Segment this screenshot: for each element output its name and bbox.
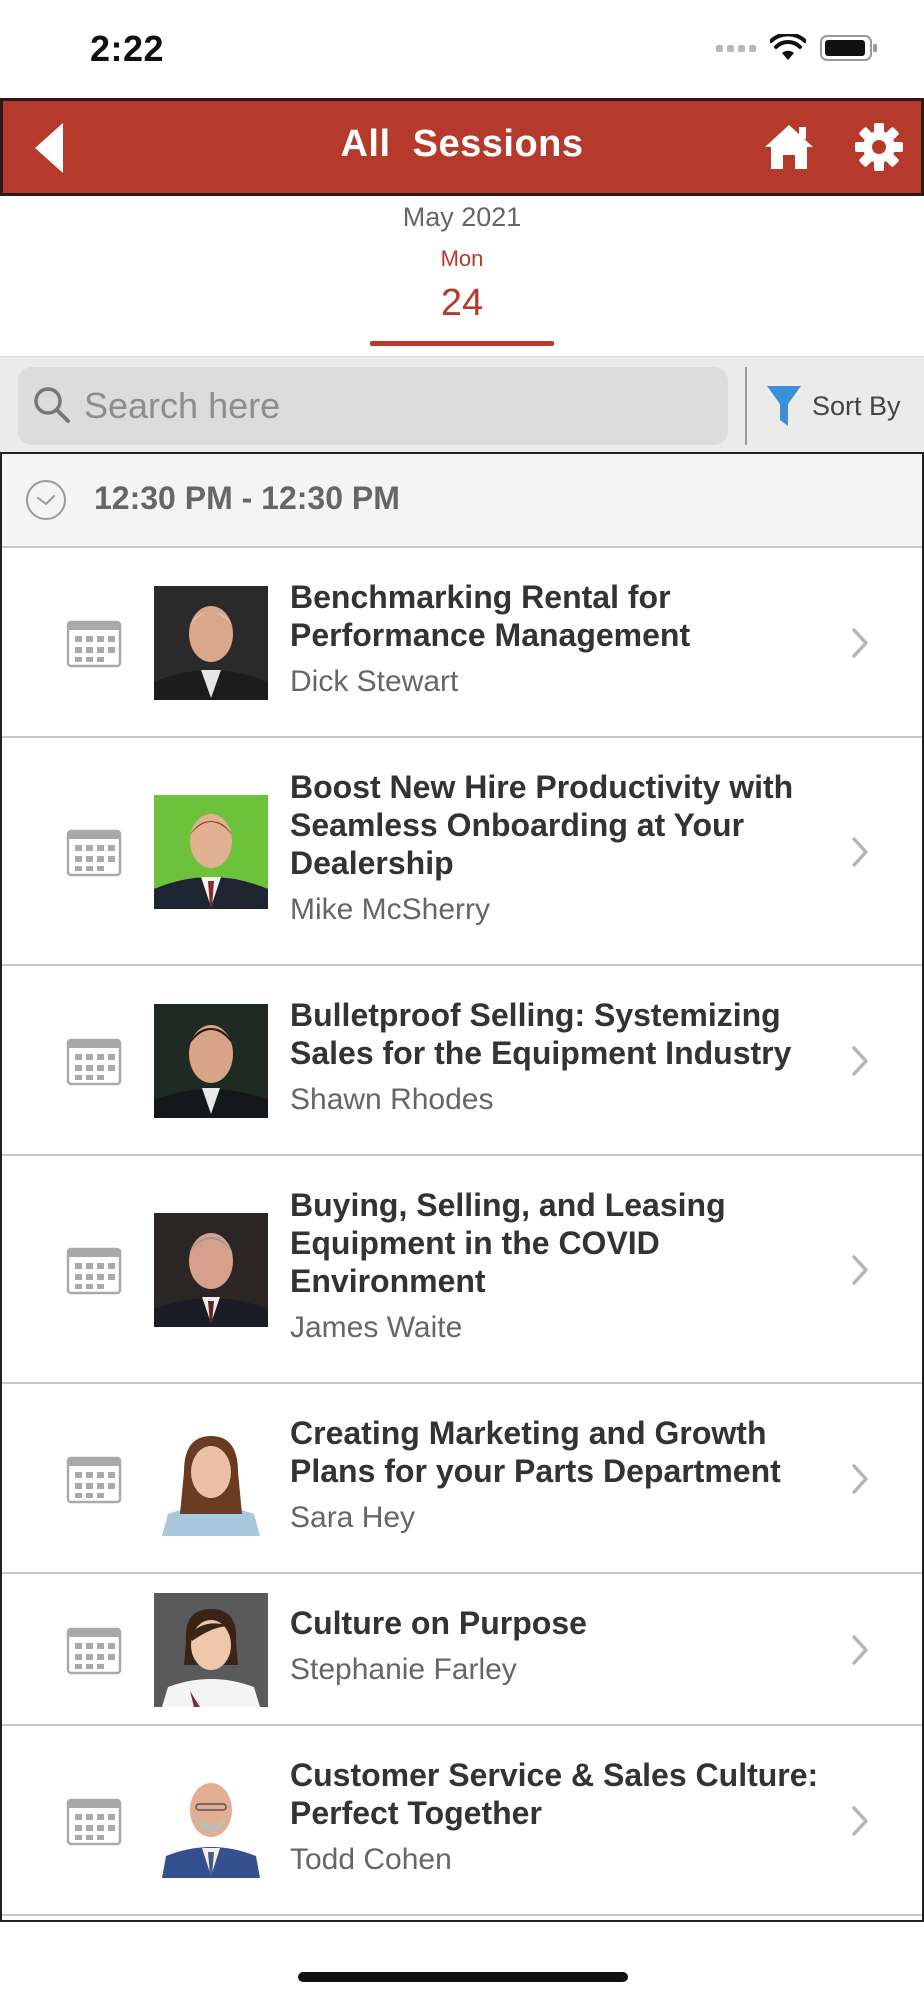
session-info: Culture on Purpose Stephanie Farley	[290, 1604, 850, 1688]
month-label: May 2021	[402, 202, 522, 232]
day-number[interactable]: 24	[0, 282, 924, 325]
divider	[745, 367, 747, 445]
calendar-icon[interactable]	[66, 1036, 122, 1086]
clock-icon	[26, 480, 66, 520]
selected-day-indicator	[370, 341, 554, 346]
date-selector: May 2021 Mon 24	[0, 196, 924, 356]
speaker-photo	[154, 795, 268, 909]
chevron-right-icon[interactable]	[850, 1253, 870, 1287]
session-info: Boost New Hire Productivity with Seamles…	[290, 768, 850, 928]
search-bar-row: Sort By	[0, 356, 924, 452]
speaker-name: James Waite	[290, 1311, 463, 1344]
calendar-icon[interactable]	[66, 827, 122, 877]
calendar-icon[interactable]	[66, 1454, 122, 1504]
speaker-name: Mike McSherry	[290, 893, 491, 926]
speaker-name: Sara Hey	[290, 1501, 416, 1534]
chevron-right-icon[interactable]	[850, 1804, 870, 1838]
session-info: Buying, Selling, and Leasing Equipment i…	[290, 1186, 850, 1346]
speaker-photo	[154, 1764, 268, 1878]
list-item[interactable]: Boost New Hire Productivity with Seamles…	[2, 738, 922, 966]
speaker-name: Todd Cohen	[290, 1843, 452, 1876]
session-title: Boost New Hire Productivity with Seamles…	[290, 769, 794, 881]
session-title: Culture on Purpose	[290, 1605, 587, 1641]
gear-icon[interactable]	[853, 121, 905, 173]
list-item[interactable]: Bulletproof Selling: Systemizing Sales f…	[2, 966, 922, 1156]
status-time: 2:22	[90, 28, 165, 69]
speaker-photo	[154, 1422, 268, 1536]
session-list: 12:30 PM - 12:30 PM Benchmarking Rental …	[0, 452, 924, 1922]
search-box[interactable]	[18, 367, 728, 445]
weekday-label[interactable]: Mon	[0, 246, 924, 272]
chevron-right-icon[interactable]	[850, 626, 870, 660]
session-title: Buying, Selling, and Leasing Equipment i…	[290, 1187, 726, 1299]
speaker-name: Stephanie Farley	[290, 1653, 517, 1686]
calendar-icon[interactable]	[66, 1796, 122, 1846]
calendar-icon[interactable]	[66, 618, 122, 668]
speaker-name: Dick Stewart	[290, 665, 459, 698]
chevron-right-icon[interactable]	[850, 1633, 870, 1667]
status-icons	[716, 34, 878, 62]
sort-by-button[interactable]: Sort By	[766, 379, 901, 433]
filter-icon	[767, 386, 801, 426]
status-bar: 2:22	[0, 0, 924, 98]
session-info: Bulletproof Selling: Systemizing Sales f…	[290, 996, 850, 1118]
home-icon[interactable]	[763, 121, 815, 173]
battery-icon	[820, 35, 877, 61]
chevron-right-icon[interactable]	[850, 1462, 870, 1496]
calendar-icon[interactable]	[66, 1245, 122, 1295]
session-title: Bulletproof Selling: Systemizing Sales f…	[290, 997, 792, 1071]
speaker-name: Shawn Rhodes	[290, 1083, 494, 1116]
list-item[interactable]: Buying, Selling, and Leasing Equipment i…	[2, 1156, 922, 1384]
session-title: Benchmarking Rental for Performance Mana…	[290, 579, 691, 653]
session-title: Creating Marketing and Growth Plans for …	[290, 1415, 781, 1489]
list-item[interactable]: Customer Service & Sales Culture: Perfec…	[2, 1726, 922, 1916]
speaker-photo	[154, 586, 268, 700]
search-input[interactable]	[84, 381, 704, 431]
cellular-signal-icon	[716, 44, 756, 52]
chevron-right-icon[interactable]	[850, 1044, 870, 1078]
session-info: Creating Marketing and Growth Plans for …	[290, 1414, 850, 1536]
calendar-icon[interactable]	[66, 1625, 122, 1675]
speaker-photo	[154, 1004, 268, 1118]
speaker-photo	[154, 1213, 268, 1327]
time-slot-label: 12:30 PM - 12:30 PM	[94, 480, 400, 516]
list-item[interactable]: Benchmarking Rental for Performance Mana…	[2, 548, 922, 738]
time-slot-header: 12:30 PM - 12:30 PM	[2, 454, 922, 548]
chevron-right-icon[interactable]	[850, 835, 870, 869]
app-header: All Sessions	[0, 98, 924, 196]
wifi-icon	[770, 34, 806, 60]
list-item[interactable]: Creating Marketing and Growth Plans for …	[2, 1384, 922, 1574]
sort-by-label: Sort By	[812, 390, 901, 421]
speaker-photo	[154, 1593, 268, 1707]
session-info: Customer Service & Sales Culture: Perfec…	[290, 1756, 850, 1878]
search-icon	[34, 387, 70, 423]
list-item[interactable]: Culture on Purpose Stephanie Farley	[2, 1574, 922, 1726]
home-indicator[interactable]	[298, 1972, 628, 1982]
session-info: Benchmarking Rental for Performance Mana…	[290, 578, 850, 700]
session-title: Customer Service & Sales Culture: Perfec…	[290, 1757, 819, 1831]
